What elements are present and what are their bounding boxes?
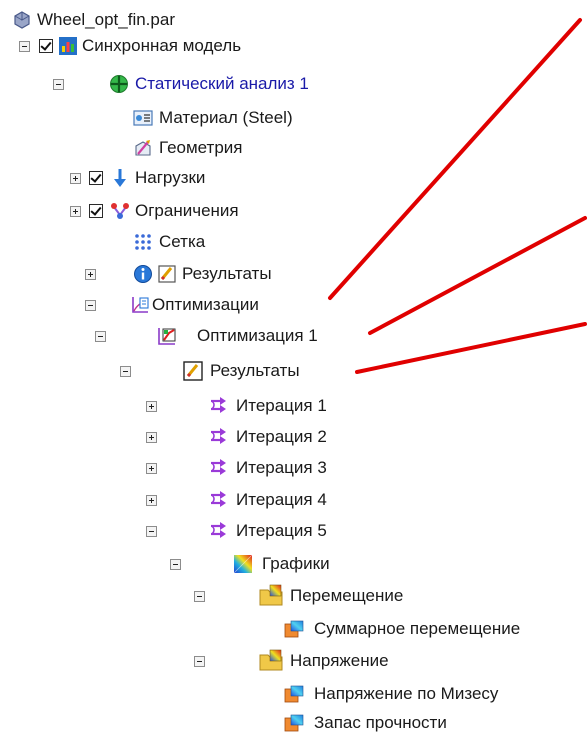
tree-node-label: Итерация 5 [236,521,327,540]
mesh-icon [133,232,153,252]
collapse-toggle[interactable] [53,79,64,90]
tree-node-label: Синхронная модель [82,36,242,55]
iteration-icon [208,427,228,447]
tree-node-label: Напряжение [290,651,389,670]
tree-node-label: Оптимизации [152,295,259,314]
expand-toggle[interactable] [146,401,157,412]
collapse-toggle[interactable] [85,300,96,311]
sync-model-icon [58,36,78,56]
tree-node-label: Итерация 3 [236,458,327,477]
tree-node-label: Ограничения [135,201,239,220]
expand-toggle[interactable] [146,432,157,443]
constraints-icon [110,201,130,221]
iteration-icon [208,490,228,510]
results-icon [183,361,203,381]
collapse-toggle[interactable] [194,656,205,667]
tree-node-label: Итерация 1 [236,396,327,415]
expand-toggle[interactable] [70,173,81,184]
tree-node-label: Wheel_opt_fin.par [37,10,175,29]
collapse-toggle[interactable] [19,41,30,52]
plots-icon [233,554,253,574]
collapse-toggle[interactable] [170,559,181,570]
collapse-toggle[interactable] [120,366,131,377]
plot-folder-icon [259,584,283,606]
material-icon [133,108,153,128]
tree-node-label: Напряжение по Мизесу [314,684,499,703]
loads-icon [110,168,130,188]
collapse-toggle[interactable] [95,331,106,342]
plot-folder-icon [259,649,283,671]
tree-node-label: Результаты [182,264,272,283]
tree-node-label: Итерация 2 [236,427,327,446]
tree-node-label: Итерация 4 [236,490,327,509]
visibility-checkbox[interactable] [89,204,103,218]
model-tree: Wheel_opt_fin.par Синхронная модель Стат… [0,0,587,737]
tree-node-label: Перемещение [290,586,404,605]
iteration-icon [208,396,228,416]
iteration-icon [208,458,228,478]
result-plot-icon [284,620,304,640]
result-plot-icon [284,714,304,734]
collapse-toggle[interactable] [194,591,205,602]
collapse-toggle[interactable] [146,526,157,537]
part-file-icon [12,10,32,30]
visibility-checkbox[interactable] [39,39,53,53]
optimizations-icon [130,295,150,315]
tree-node-label: Нагрузки [135,168,206,187]
optimization-icon [157,326,177,346]
tree-node-label: Статический анализ 1 [135,74,309,93]
tree-node-label: Оптимизация 1 [197,326,318,345]
tree-node-label: Сетка [159,232,206,251]
info-icon [133,264,153,284]
tree-node-label: Графики [262,554,330,573]
static-study-icon [109,74,129,94]
expand-toggle[interactable] [146,463,157,474]
tree-node-label: Запас прочности [314,713,447,732]
expand-toggle[interactable] [85,269,96,280]
iteration-icon [208,521,228,541]
result-plot-icon [284,685,304,705]
expand-toggle[interactable] [70,206,81,217]
tree-node-label: Материал (Steel) [159,108,293,127]
tree-node-label: Суммарное перемещение [314,619,521,638]
geometry-icon [133,138,153,158]
expand-toggle[interactable] [146,495,157,506]
results-icon [157,264,177,284]
tree-node-label: Результаты [210,361,300,380]
tree-node-label: Геометрия [159,138,243,157]
visibility-checkbox[interactable] [89,171,103,185]
